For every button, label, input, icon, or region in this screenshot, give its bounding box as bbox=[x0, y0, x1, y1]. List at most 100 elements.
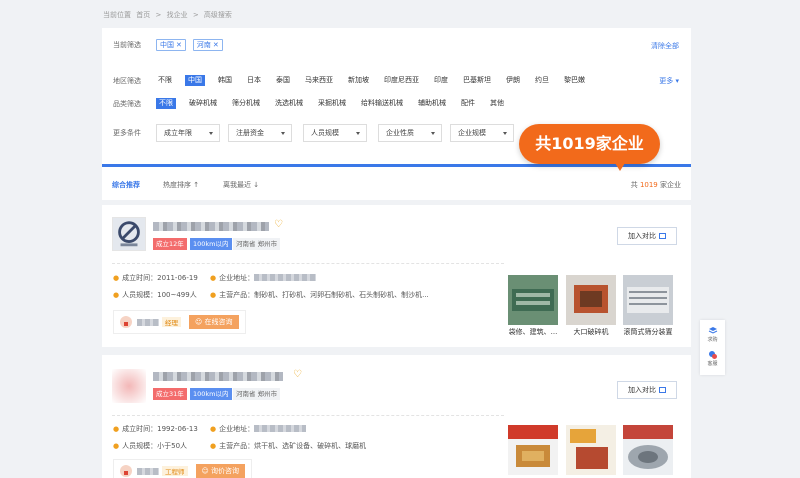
company-name-blurred[interactable] bbox=[153, 372, 283, 381]
product-option[interactable]: 不限 bbox=[156, 98, 176, 109]
product-option[interactable]: 其他 bbox=[488, 98, 506, 109]
company-nature-dropdown[interactable]: 企业性质 bbox=[378, 124, 442, 142]
info-dot-icon: ● bbox=[113, 274, 120, 282]
products-label: 主营产品： bbox=[219, 291, 255, 299]
sort-recommended[interactable]: 综合推荐 bbox=[112, 180, 140, 190]
product-thumbnail[interactable] bbox=[623, 425, 673, 475]
company-card[interactable]: ♡ 成立12年 100km以内 河南省 郑州市 加入对比 ● 成立时间：2011-… bbox=[102, 205, 691, 347]
region-option[interactable]: 不限 bbox=[156, 75, 174, 86]
current-filter-label: 当前筛选 bbox=[113, 41, 141, 49]
product-option[interactable]: 洗选机械 bbox=[273, 98, 305, 109]
close-icon[interactable]: ✕ bbox=[176, 41, 182, 49]
region-option[interactable]: 约旦 bbox=[533, 75, 551, 86]
side-float-panel: 求购 客服 bbox=[700, 320, 725, 375]
region-option[interactable]: 巴基斯坦 bbox=[461, 75, 493, 86]
info-dot-icon: ● bbox=[210, 425, 217, 433]
product-option[interactable]: 采掘机械 bbox=[316, 98, 348, 109]
chevron-down-icon: ▾ bbox=[675, 77, 679, 85]
product-option[interactable]: 破碎机械 bbox=[187, 98, 219, 109]
company-card[interactable]: ♡ 成立31年 100km以内 河南省 郑州市 加入对比 ● 成立时间：1992-… bbox=[102, 355, 691, 478]
product-option[interactable]: 筛分机械 bbox=[230, 98, 262, 109]
company-logo bbox=[112, 369, 146, 403]
staff-info: ● 人员规模：小于50人 bbox=[113, 441, 187, 451]
add-compare-button[interactable]: 加入对比 bbox=[617, 227, 677, 245]
product-option[interactable]: 配件 bbox=[459, 98, 477, 109]
product-image bbox=[508, 425, 558, 475]
region-option[interactable]: 中国 bbox=[185, 75, 205, 86]
product-image bbox=[623, 275, 673, 325]
product-option[interactable]: 辅助机械 bbox=[416, 98, 448, 109]
breadcrumb-sep: > bbox=[155, 11, 162, 19]
product-caption: 滚筒式筛分装置 bbox=[623, 328, 673, 336]
product-thumbnail[interactable] bbox=[623, 275, 673, 325]
region-option[interactable]: 伊朗 bbox=[504, 75, 522, 86]
divider bbox=[112, 263, 504, 264]
region-option[interactable]: 泰国 bbox=[274, 75, 292, 86]
filter-tag-henan[interactable]: 河南 ✕ bbox=[192, 39, 223, 51]
inquiry-consult-button[interactable]: ☺ 询价咨询 bbox=[195, 464, 246, 478]
breadcrumb-home[interactable]: 首页 bbox=[136, 11, 150, 19]
info-dot-icon: ● bbox=[113, 442, 120, 450]
product-thumbnail[interactable] bbox=[566, 425, 616, 475]
address-label: 企业地址： bbox=[219, 274, 255, 282]
product-option[interactable]: 给料输送机械 bbox=[359, 98, 405, 109]
product-filter-row: 品类筛选 不限 破碎机械 筛分机械 洗选机械 采掘机械 给料输送机械 辅助机械 配件 其他 bbox=[113, 98, 517, 109]
product-thumbnail[interactable] bbox=[508, 425, 558, 475]
filter-tag-china[interactable]: 中国 ✕ bbox=[156, 39, 186, 51]
region-option[interactable]: 韩国 bbox=[216, 75, 234, 86]
compare-label: 加入对比 bbox=[628, 386, 656, 394]
sort-bar: 综合推荐 热度排序 ↑ 离我最近 ↓ 共 1019 家企业 bbox=[102, 164, 691, 200]
products-value: 制砂机、打砂机、河卵石制砂机、石头制砂机、制沙机... bbox=[254, 291, 429, 299]
product-thumbnail[interactable] bbox=[566, 275, 616, 325]
total-number: 1019 bbox=[639, 181, 658, 189]
distance-badge: 100km以内 bbox=[190, 388, 232, 400]
founded-badge: 成立31年 bbox=[153, 388, 187, 400]
layers-icon bbox=[708, 327, 717, 334]
divider bbox=[112, 415, 504, 416]
company-scale-dropdown[interactable]: 企业规模 bbox=[450, 124, 514, 142]
staff-value: 小于50人 bbox=[157, 442, 188, 450]
checkbox-icon bbox=[659, 233, 666, 239]
contact-name-blurred bbox=[137, 318, 159, 326]
contact-role: 工程师 bbox=[162, 466, 188, 476]
purchase-shortcut[interactable]: 求购 bbox=[700, 326, 725, 343]
product-caption: 大口破碎机 bbox=[573, 328, 609, 336]
region-option[interactable]: 日本 bbox=[245, 75, 263, 86]
vip-diamond-icon: ♡ bbox=[293, 369, 302, 380]
region-option[interactable]: 马来西亚 bbox=[303, 75, 335, 86]
online-consult-button[interactable]: ☺ 在线咨询 bbox=[189, 315, 239, 329]
info-dot-icon: ● bbox=[113, 425, 120, 433]
more-regions-button[interactable]: 更多 ▾ bbox=[659, 76, 679, 86]
chat-icon bbox=[708, 351, 717, 359]
close-icon[interactable]: ✕ bbox=[213, 41, 219, 49]
staff-size-dropdown[interactable]: 人员规模 bbox=[303, 124, 367, 142]
product-filter-label: 品类筛选 bbox=[113, 99, 141, 108]
founded-years-dropdown[interactable]: 成立年限 bbox=[156, 124, 220, 142]
sort-popularity[interactable]: 热度排序 ↑ bbox=[163, 180, 199, 190]
contact-box: 经理 ☺ 在线咨询 bbox=[113, 310, 246, 334]
region-option[interactable]: 黎巴嫩 bbox=[562, 75, 587, 86]
consult-label: 在线咨询 bbox=[204, 318, 233, 326]
products-info: ● 主营产品：制砂机、打砂机、河卵石制砂机、石头制砂机、制沙机... bbox=[210, 290, 429, 300]
region-option[interactable]: 印度 bbox=[432, 75, 450, 86]
extra-filter-label: 更多条件 bbox=[113, 129, 141, 137]
breadcrumb-sep: > bbox=[192, 11, 199, 19]
region-option[interactable]: 新加坡 bbox=[346, 75, 371, 86]
product-thumbnail[interactable] bbox=[508, 275, 558, 325]
product-image bbox=[508, 275, 558, 325]
customer-service-shortcut[interactable]: 客服 bbox=[700, 350, 725, 367]
breadcrumb-find[interactable]: 找企业 bbox=[167, 11, 188, 19]
product-image bbox=[566, 275, 616, 325]
company-name-blurred[interactable] bbox=[153, 222, 269, 231]
products-value: 烘干机、选矿设备、破碎机、球磨机 bbox=[254, 442, 367, 450]
founded-label: 成立时间： bbox=[122, 425, 158, 433]
region-option[interactable]: 印度尼西亚 bbox=[382, 75, 421, 86]
registered-capital-dropdown[interactable]: 注册资金 bbox=[228, 124, 292, 142]
founded-label: 成立时间： bbox=[122, 274, 158, 282]
clear-all-button[interactable]: 清除全部 bbox=[651, 41, 679, 51]
breadcrumb-prefix: 当前位置 bbox=[103, 11, 131, 19]
address-info: ● 企业地址： bbox=[210, 424, 307, 434]
sort-nearest[interactable]: 离我最近 ↓ bbox=[223, 180, 259, 190]
more-label: 更多 bbox=[659, 77, 674, 85]
add-compare-button[interactable]: 加入对比 bbox=[617, 381, 677, 399]
